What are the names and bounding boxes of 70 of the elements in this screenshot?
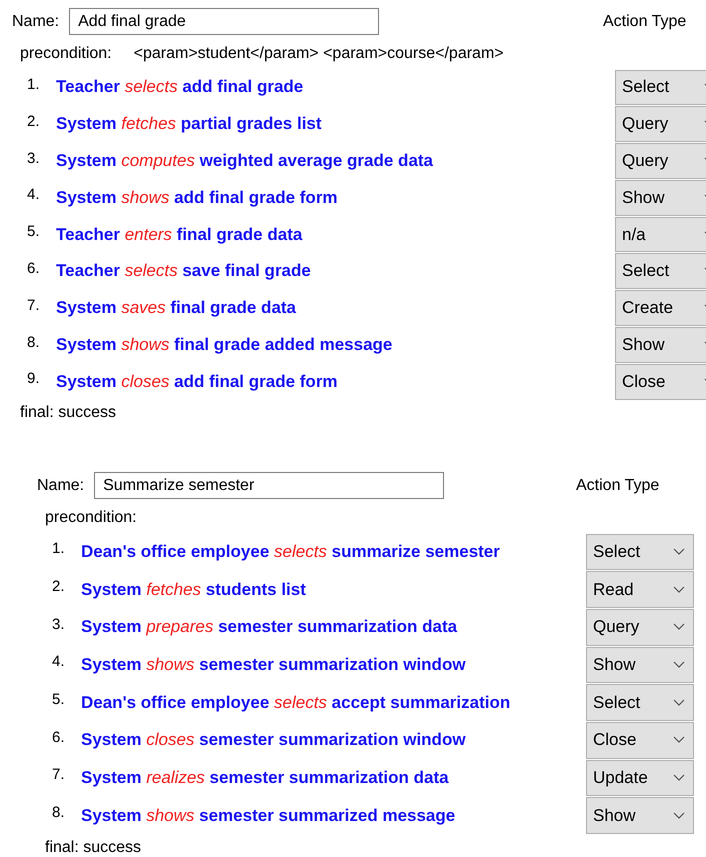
precondition-label: precondition: (20, 45, 112, 63)
step-number: 2. (26, 112, 41, 130)
step-text: System computes weighted average grade data (56, 150, 434, 171)
action-type-dropdown[interactable]: Show (586, 797, 694, 834)
action-type-dropdown[interactable]: Select (615, 253, 706, 290)
action-type-dropdown[interactable]: n/a (615, 216, 706, 252)
caret-icon (673, 661, 685, 670)
step-text: System fetches students list (81, 580, 307, 600)
caret-icon (673, 623, 685, 632)
step-text: Teacher selects add final grade (56, 77, 304, 98)
step-text: System saves final grade data (56, 298, 298, 318)
step-number: 1. (26, 75, 41, 93)
action-type-dropdown[interactable]: Close (615, 364, 706, 400)
step-number: 2. (51, 576, 66, 595)
caret-icon (673, 812, 685, 820)
step-number: 3. (26, 148, 41, 167)
action-type-dropdown[interactable]: Create (615, 290, 706, 326)
caret-icon (673, 548, 685, 556)
action-type-dropdown[interactable]: Show (586, 646, 694, 684)
step-text: System closes semester summarization window (81, 730, 467, 750)
step-number: 8. (51, 802, 66, 821)
step-number: 4. (26, 185, 41, 204)
step-number: 9. (26, 369, 41, 388)
step-text: Teacher enters final grade data (56, 224, 304, 245)
step-text: Dean's office employee selects summarize semester (81, 542, 501, 562)
step-number: 8. (26, 332, 41, 351)
step-text: System fetches partial grades list (56, 114, 323, 134)
step-text: System shows add final grade form (56, 188, 339, 208)
name-label: Name: (12, 12, 60, 30)
action-type-dropdown[interactable]: Show (615, 180, 706, 216)
precondition-label: precondition: (45, 509, 137, 528)
action-type-dropdown[interactable]: Update (586, 760, 694, 796)
action-type-dropdown[interactable]: Query (586, 609, 694, 646)
action-type-dropdown[interactable]: Read (586, 571, 694, 608)
step-number: 7. (26, 296, 41, 314)
caret-icon (673, 736, 685, 744)
step-number: 5. (26, 222, 41, 240)
step-number: 3. (51, 614, 66, 633)
name-field[interactable]: Add final grade (69, 8, 380, 35)
action-type-dropdown[interactable]: Select (586, 684, 694, 722)
caret-icon (673, 698, 685, 707)
step-number: 7. (51, 765, 66, 784)
name-label: Name: (37, 476, 84, 495)
caret-icon (673, 586, 685, 594)
step-text: System shows semester summarization window (81, 655, 467, 676)
step-number: 4. (51, 652, 66, 670)
step-text: Dean's office employee selects accept summarization (81, 692, 512, 713)
step-text: System closes add final grade form (56, 372, 339, 392)
step-text: System shows final grade added message (56, 334, 394, 355)
step-number: 6. (51, 728, 66, 746)
step-text: System shows semester summarized message (81, 806, 456, 826)
action-type-dropdown[interactable]: Close (586, 722, 694, 759)
precondition-text: <param>student</param> <param>course</param> (134, 45, 504, 63)
column-header: Action Type (603, 12, 688, 30)
column-header: Action Type (576, 476, 660, 495)
action-type-dropdown[interactable]: Query (615, 106, 706, 142)
step-text: Teacher selects save final grade (56, 261, 312, 282)
action-type-dropdown[interactable]: Query (615, 143, 706, 179)
name-field[interactable]: Summarize semester (94, 472, 444, 500)
step-number: 5. (51, 690, 66, 708)
step-text: System realizes semester summarization data (81, 768, 450, 788)
action-type-dropdown[interactable]: Select (615, 70, 706, 106)
step-number: 1. (51, 539, 66, 558)
action-type-dropdown[interactable]: Select (586, 534, 694, 570)
final-text: final: success (45, 838, 142, 857)
step-number: 6. (26, 258, 41, 277)
caret-icon (673, 774, 685, 782)
final-text: final: success (20, 404, 118, 422)
action-type-dropdown[interactable]: Show (615, 327, 706, 363)
step-text: System prepares semester summarization data (81, 617, 458, 638)
